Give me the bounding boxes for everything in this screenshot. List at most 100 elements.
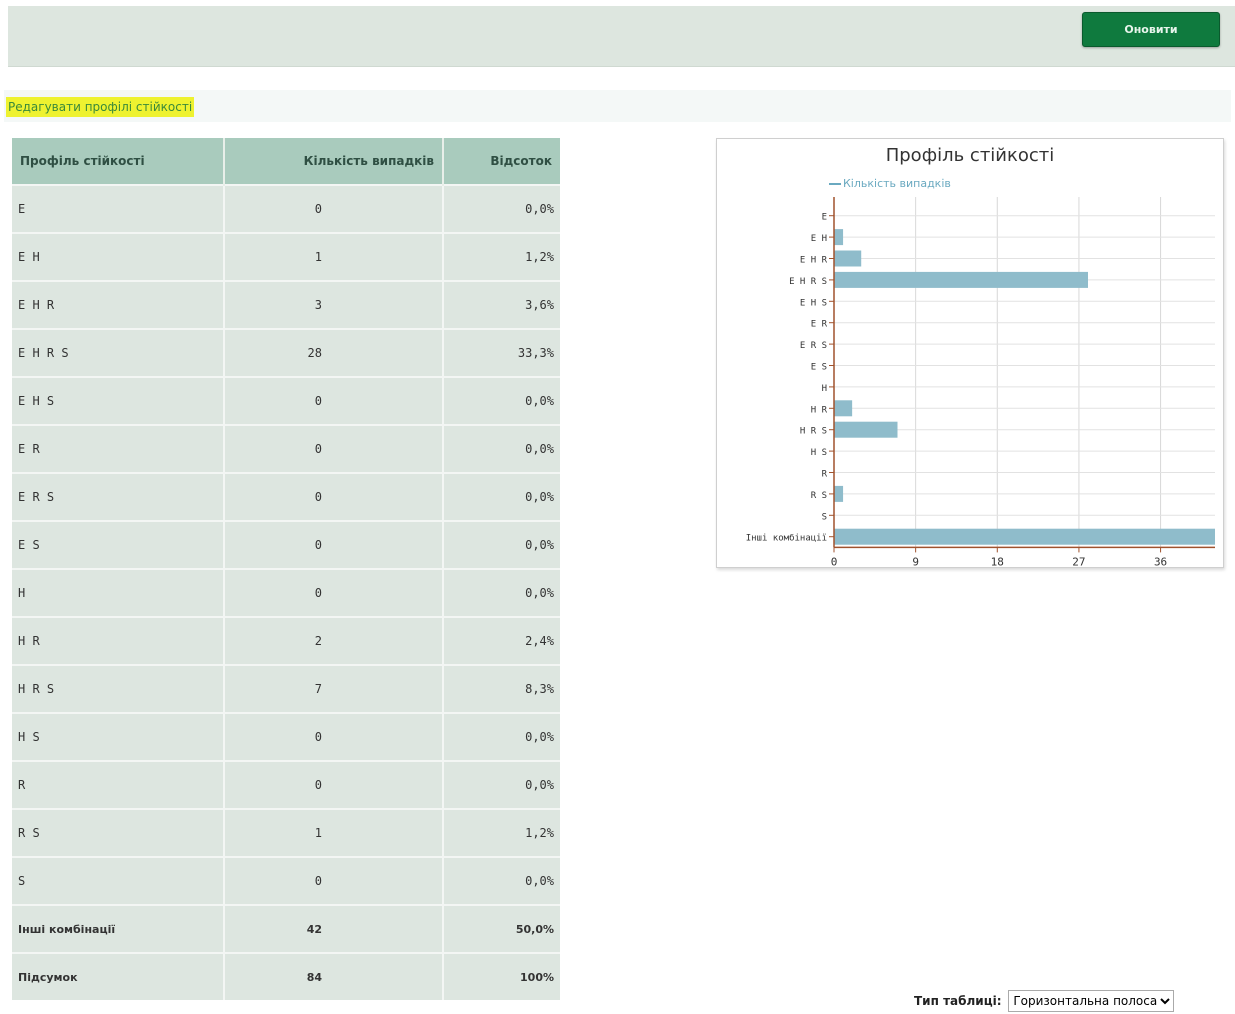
y-tick-label: E H R S [789,277,827,287]
profile-cell: H R S [12,664,225,713]
count-cell: 0 [224,520,444,569]
table-row: E H 1 1,2% [12,232,560,281]
y-tick-label: E H [811,234,827,244]
y-tick-label: E H S [800,298,827,308]
table-row: H 0 0,0% [12,568,560,617]
percent-cell: 8,3% [443,664,560,713]
x-tick-label: 18 [991,555,1004,567]
percent-cell: 2,4% [443,616,560,665]
count-cell: 28 [224,328,444,377]
percent-cell: 0,0% [443,424,560,473]
table-row: Інші комбінації 42 50,0% [12,904,560,953]
table-row: E H R 3 3,6% [12,280,560,329]
profile-cell: E H [12,232,225,281]
edit-profiles-link[interactable]: Редагувати профілі стійкості [6,97,195,117]
y-tick-label: Інші комбінації [746,533,827,544]
count-cell: 1 [224,808,444,857]
chart-type-label: Тип таблиці: [914,994,1002,1008]
count-cell: 42 [224,904,444,953]
table-row: E H R S 28 33,3% [12,328,560,377]
table-row: S 0 0,0% [12,856,560,905]
percent-cell: 3,6% [443,280,560,329]
profile-cell: E R [12,424,225,473]
count-cell: 0 [224,424,444,473]
y-tick-label: R [822,470,828,480]
profile-cell: R S [12,808,225,857]
table-row: Підсумок 84 100% [12,952,560,1000]
percent-cell: 0,0% [443,856,560,905]
refresh-button[interactable]: Оновити [1082,12,1220,47]
chart-type-control: Тип таблиці: Горизонтальна полоса [914,990,1175,1012]
chart-panel: Профіль стійкості Кількість випадків 091… [716,138,1224,568]
table-row: R 0 0,0% [12,760,560,809]
count-cell: 3 [224,280,444,329]
percent-cell: 0,0% [443,472,560,521]
count-cell: 0 [224,712,444,761]
count-cell: 0 [224,760,444,809]
bar [834,528,1215,545]
profile-cell: S [12,856,225,905]
count-cell: 0 [224,184,444,233]
column-header-count: Кількість випадків [224,138,444,185]
profile-cell: H [12,568,225,617]
percent-cell: 0,0% [443,712,560,761]
profile-cell: H R [12,616,225,665]
y-tick-label: H S [811,448,827,458]
count-cell: 2 [224,616,444,665]
table-row: E S 0 0,0% [12,520,560,569]
count-cell: 84 [224,952,444,1000]
profile-cell: E H R S [12,328,225,377]
y-tick-label: H R [811,405,828,415]
table-header-row: Профіль стійкості Кількість випадків Від… [12,138,560,185]
y-tick-label: R S [811,491,827,501]
percent-cell: 0,0% [443,376,560,425]
bar [834,421,898,438]
bar [834,271,1088,288]
profile-cell: E H R [12,280,225,329]
profile-cell: E H S [12,376,225,425]
percent-cell: 33,3% [443,328,560,377]
table-row: H R 2 2,4% [12,616,560,665]
count-cell: 0 [224,376,444,425]
table-row: H S 0 0,0% [12,712,560,761]
y-tick-label: E R [811,320,828,330]
x-tick-label: 27 [1072,555,1085,567]
percent-cell: 50,0% [443,904,560,953]
profile-cell: E S [12,520,225,569]
percent-cell: 0,0% [443,520,560,569]
table-row: H R S 7 8,3% [12,664,560,713]
table-row: E H S 0 0,0% [12,376,560,425]
profile-cell: E [12,184,225,233]
percent-cell: 1,2% [443,232,560,281]
top-toolbar [8,6,1235,67]
profile-cell: Підсумок [12,952,225,1000]
count-cell: 7 [224,664,444,713]
column-header-percent: Відсоток [443,138,560,185]
bar [834,485,844,502]
count-cell: 0 [224,856,444,905]
bar-chart: 0 9 18 27 36 E E H E H R E H R S E H S E R E R S E S… [746,197,1215,567]
percent-cell: 0,0% [443,760,560,809]
percent-cell: 100% [443,952,560,1000]
table-row: R S 1 1,2% [12,808,560,857]
column-header-profile: Профіль стійкості [12,138,225,185]
bar [834,229,844,246]
x-tick-label: 0 [831,555,838,567]
bar [834,250,862,267]
profile-cell: Інші комбінації [12,904,225,953]
y-tick-label: E S [811,363,827,373]
percent-cell: 0,0% [443,568,560,617]
profile-cell: E R S [12,472,225,521]
count-cell: 1 [224,232,444,281]
percent-cell: 0,0% [443,184,560,233]
y-tick-label: E H R [800,256,828,266]
count-cell: 0 [224,472,444,521]
x-tick-label: 36 [1154,555,1167,567]
table-row: E R S 0 0,0% [12,472,560,521]
y-tick-label: H R S [800,427,827,437]
percent-cell: 1,2% [443,808,560,857]
count-cell: 0 [224,568,444,617]
resistance-profile-table: Профіль стійкості Кількість випадків Від… [12,138,560,1000]
profile-cell: H S [12,712,225,761]
chart-type-select[interactable]: Горизонтальна полоса [1008,990,1175,1012]
